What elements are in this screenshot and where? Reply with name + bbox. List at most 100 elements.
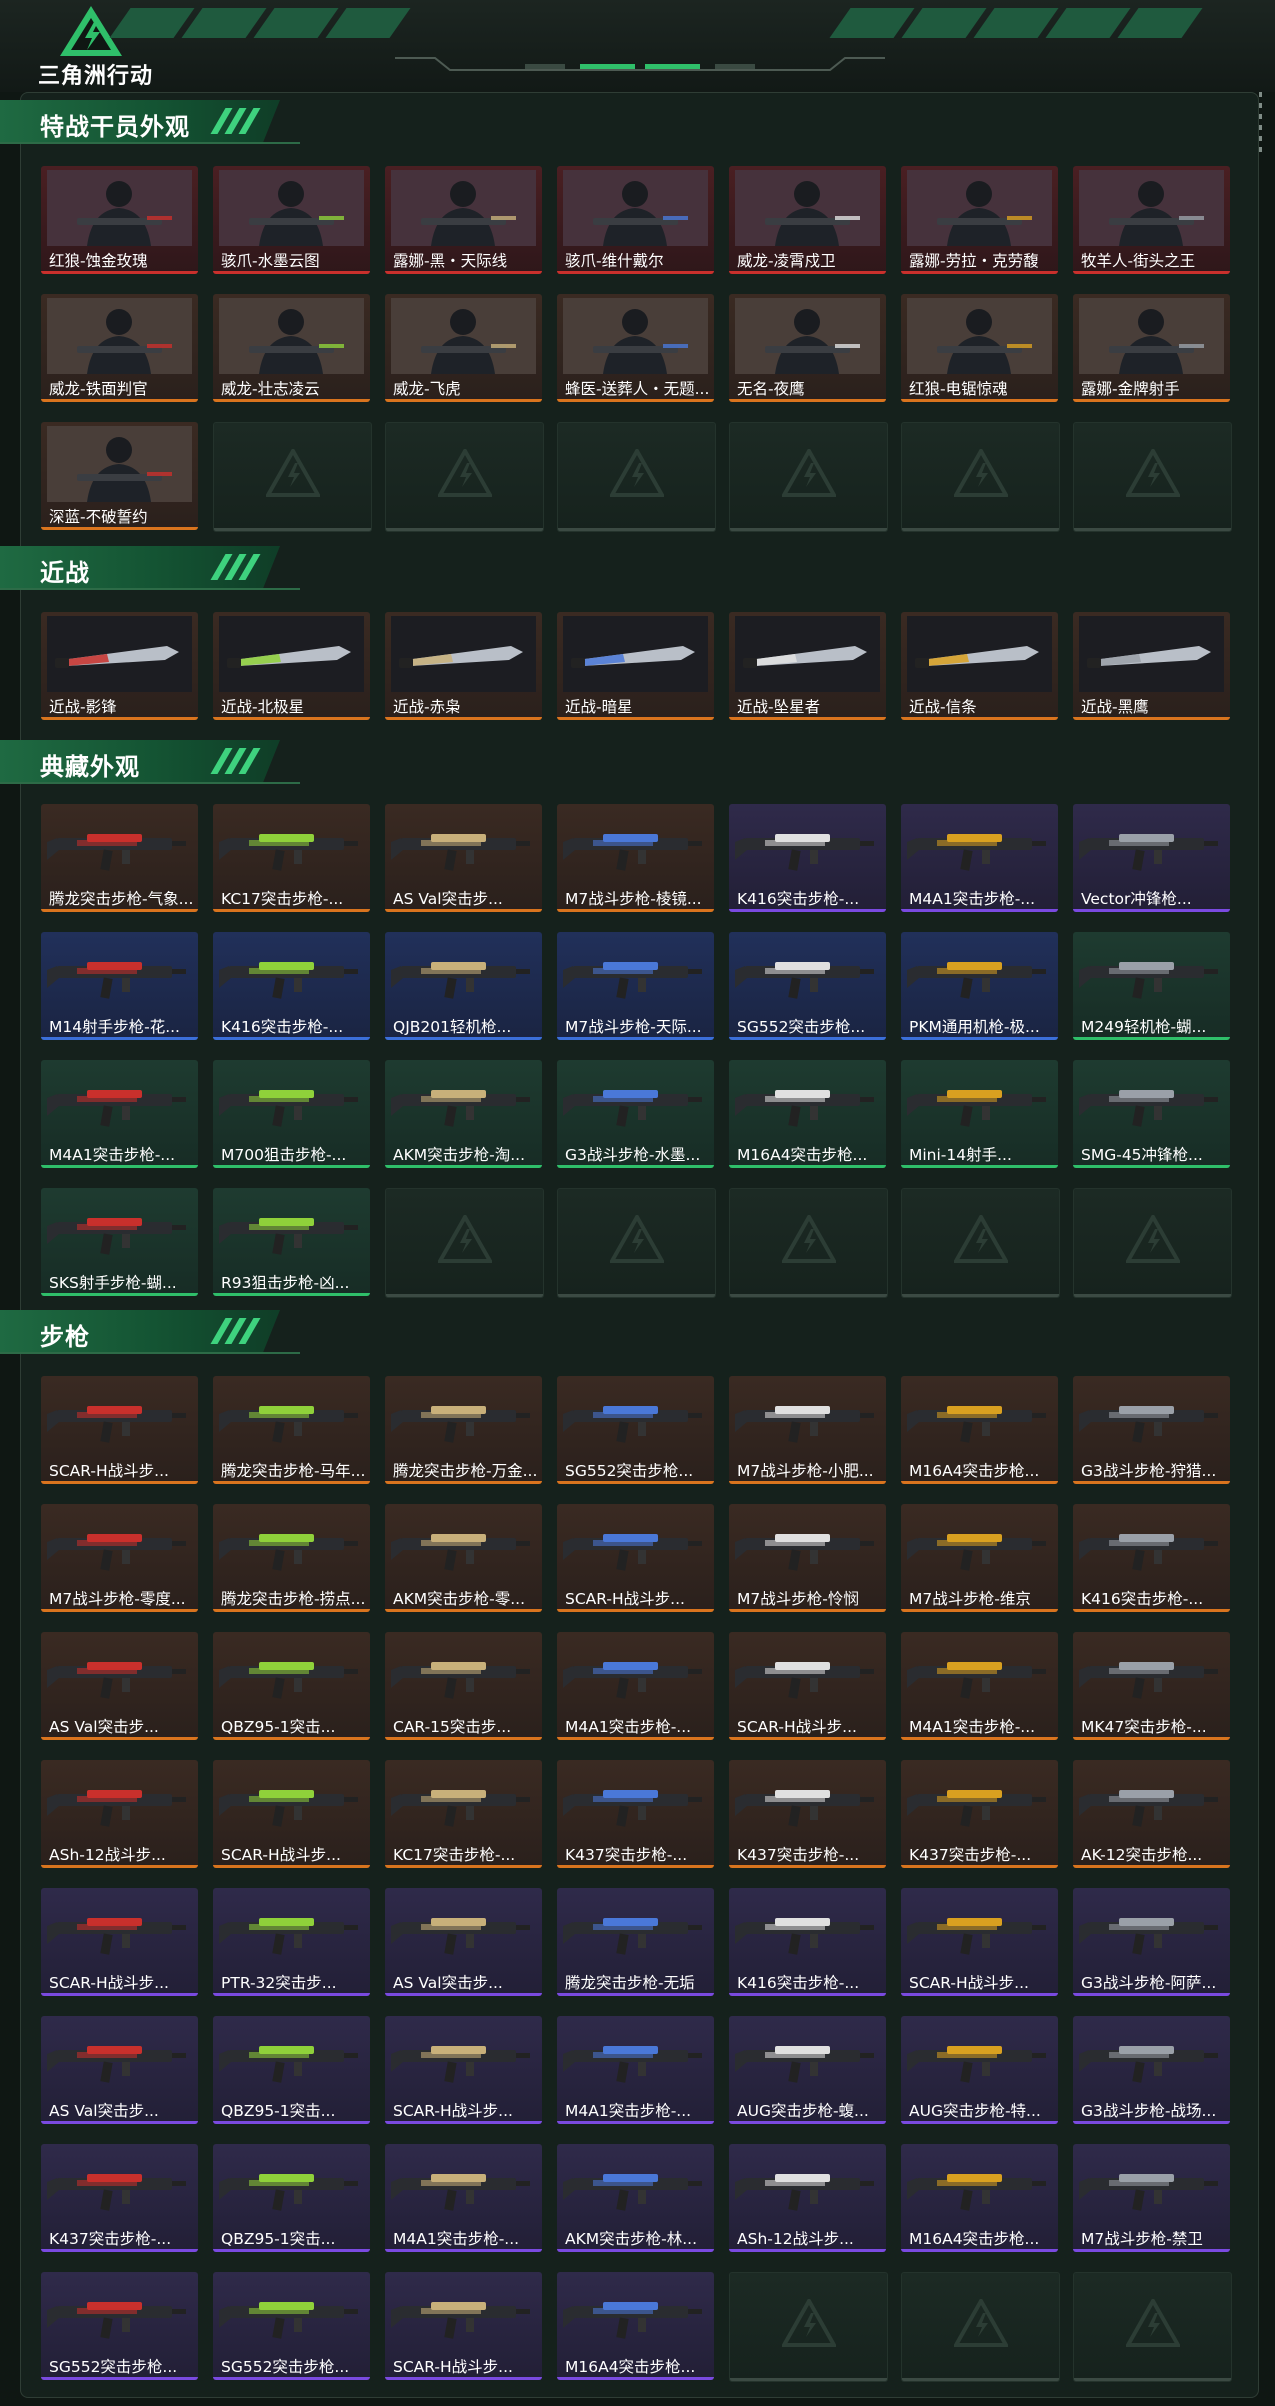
collection-card[interactable]: M4A1突击步枪-... bbox=[557, 2016, 714, 2124]
collection-card[interactable]: QJB201轻机枪... bbox=[385, 932, 542, 1040]
collection-card[interactable]: QBZ95-1突击... bbox=[213, 2016, 370, 2124]
collection-card[interactable]: AUG突击步枪-蝮... bbox=[729, 2016, 886, 2124]
collection-card[interactable]: SCAR-H战斗步... bbox=[41, 1888, 198, 1996]
collection-card[interactable]: R93狙击步枪-凶... bbox=[213, 1188, 370, 1296]
collection-card[interactable]: SCAR-H战斗步... bbox=[385, 2016, 542, 2124]
collection-card[interactable]: G3战斗步枪-战场... bbox=[1073, 2016, 1230, 2124]
collection-card[interactable]: G3战斗步枪-阿萨... bbox=[1073, 1888, 1230, 1996]
gun-thumbnail bbox=[907, 808, 1052, 884]
collection-card[interactable]: AUG突击步枪-特... bbox=[901, 2016, 1058, 2124]
collection-card[interactable]: 腾龙突击步枪-无垢 bbox=[557, 1888, 714, 1996]
collection-card[interactable]: SG552突击步枪... bbox=[41, 2272, 198, 2380]
scrollbar[interactable] bbox=[1259, 92, 1265, 152]
collection-card[interactable]: 近战-暗星 bbox=[557, 612, 714, 720]
collection-card[interactable]: AK-12突击步枪... bbox=[1073, 1760, 1230, 1868]
collection-card[interactable]: 骇爪-维什戴尔 bbox=[557, 166, 714, 274]
collection-card[interactable]: 威龙-凌霄戍卫 bbox=[729, 166, 886, 274]
collection-card[interactable]: K416突击步枪-... bbox=[729, 1888, 886, 1996]
collection-card[interactable]: AS Val突击步... bbox=[385, 1888, 542, 1996]
collection-card[interactable]: 腾龙突击步枪-气象... bbox=[41, 804, 198, 912]
collection-card[interactable]: AS Val突击步... bbox=[385, 804, 542, 912]
collection-card[interactable]: K416突击步枪-... bbox=[1073, 1504, 1230, 1612]
collection-card[interactable]: PKM通用机枪-极... bbox=[901, 932, 1058, 1040]
collection-card[interactable]: M16A4突击步枪... bbox=[901, 1376, 1058, 1484]
collection-card[interactable]: M7战斗步枪-天际... bbox=[557, 932, 714, 1040]
collection-card[interactable]: MK47突击步枪-... bbox=[1073, 1632, 1230, 1740]
collection-card[interactable]: SCAR-H战斗步... bbox=[213, 1760, 370, 1868]
collection-card[interactable]: AS Val突击步... bbox=[41, 2016, 198, 2124]
collection-card[interactable]: M4A1突击步枪-... bbox=[901, 1632, 1058, 1740]
collection-card[interactable]: 深蓝-不破誓约 bbox=[41, 422, 198, 530]
collection-card[interactable]: 牧羊人-街头之王 bbox=[1073, 166, 1230, 274]
collection-card[interactable]: KC17突击步枪-... bbox=[213, 804, 370, 912]
collection-card[interactable]: CAR-15突击步... bbox=[385, 1632, 542, 1740]
collection-card[interactable]: K437突击步枪-... bbox=[729, 1760, 886, 1868]
collection-card[interactable]: M7战斗步枪-维京 bbox=[901, 1504, 1058, 1612]
collection-card[interactable]: M4A1突击步枪-... bbox=[901, 804, 1058, 912]
collection-card[interactable]: SCAR-H战斗步... bbox=[901, 1888, 1058, 1996]
collection-card[interactable]: 露娜-金牌射手 bbox=[1073, 294, 1230, 402]
collection-card[interactable]: M7战斗步枪-棱镜... bbox=[557, 804, 714, 912]
collection-card[interactable]: QBZ95-1突击... bbox=[213, 1632, 370, 1740]
collection-card[interactable]: SCAR-H战斗步... bbox=[41, 1376, 198, 1484]
collection-card[interactable]: 近战-赤枭 bbox=[385, 612, 542, 720]
collection-card[interactable]: 腾龙突击步枪-马年... bbox=[213, 1376, 370, 1484]
collection-card[interactable]: SG552突击步枪... bbox=[557, 1376, 714, 1484]
collection-card[interactable]: 骇爪-水墨云图 bbox=[213, 166, 370, 274]
collection-card[interactable]: QBZ95-1突击... bbox=[213, 2144, 370, 2252]
collection-card[interactable]: 威龙-铁面判官 bbox=[41, 294, 198, 402]
collection-card[interactable]: SCAR-H战斗步... bbox=[729, 1632, 886, 1740]
collection-card[interactable]: SCAR-H战斗步... bbox=[385, 2272, 542, 2380]
collection-card[interactable]: G3战斗步枪-水墨... bbox=[557, 1060, 714, 1168]
collection-card[interactable]: 露娜-劳拉・克劳馥 bbox=[901, 166, 1058, 274]
collection-card[interactable]: SCAR-H战斗步... bbox=[557, 1504, 714, 1612]
collection-card[interactable]: ASh-12战斗步... bbox=[729, 2144, 886, 2252]
collection-card[interactable]: 近战-坠星者 bbox=[729, 612, 886, 720]
collection-card[interactable]: M7战斗步枪-零度... bbox=[41, 1504, 198, 1612]
collection-card[interactable]: M16A4突击步枪... bbox=[557, 2272, 714, 2380]
collection-card[interactable]: 近战-信条 bbox=[901, 612, 1058, 720]
collection-card[interactable]: M4A1突击步枪-... bbox=[557, 1632, 714, 1740]
collection-card[interactable]: M700狙击步枪-... bbox=[213, 1060, 370, 1168]
collection-card[interactable]: 露娜-黑・天际线 bbox=[385, 166, 542, 274]
collection-card[interactable]: AS Val突击步... bbox=[41, 1632, 198, 1740]
collection-card[interactable]: SKS射手步枪-蝴... bbox=[41, 1188, 198, 1296]
collection-card[interactable]: KC17突击步枪-... bbox=[385, 1760, 542, 1868]
collection-card[interactable]: M4A1突击步枪-... bbox=[385, 2144, 542, 2252]
collection-card[interactable]: SG552突击步枪... bbox=[213, 2272, 370, 2380]
collection-card[interactable]: M7战斗步枪-禁卫 bbox=[1073, 2144, 1230, 2252]
collection-card[interactable]: ASh-12战斗步... bbox=[41, 1760, 198, 1868]
collection-card[interactable]: 红狼-电锯惊魂 bbox=[901, 294, 1058, 402]
collection-card[interactable]: 近战-北极星 bbox=[213, 612, 370, 720]
collection-card[interactable]: M7战斗步枪-小肥... bbox=[729, 1376, 886, 1484]
collection-card[interactable]: M16A4突击步枪... bbox=[901, 2144, 1058, 2252]
collection-card[interactable]: Mini-14射手... bbox=[901, 1060, 1058, 1168]
collection-card[interactable]: G3战斗步枪-狩猎... bbox=[1073, 1376, 1230, 1484]
collection-card[interactable]: 红狼-蚀金玫瑰 bbox=[41, 166, 198, 274]
collection-card[interactable]: M16A4突击步枪... bbox=[729, 1060, 886, 1168]
collection-card[interactable]: M4A1突击步枪-... bbox=[41, 1060, 198, 1168]
collection-card[interactable]: K416突击步枪-... bbox=[213, 932, 370, 1040]
collection-card[interactable]: M249轻机枪-蝴... bbox=[1073, 932, 1230, 1040]
collection-card[interactable]: 蜂医-送葬人・无题... bbox=[557, 294, 714, 402]
collection-card[interactable]: 威龙-壮志凌云 bbox=[213, 294, 370, 402]
collection-card[interactable]: K437突击步枪-... bbox=[41, 2144, 198, 2252]
collection-card[interactable]: AKM突击步枪-林... bbox=[557, 2144, 714, 2252]
collection-card[interactable]: 腾龙突击步枪-捞点... bbox=[213, 1504, 370, 1612]
collection-card[interactable]: K416突击步枪-... bbox=[729, 804, 886, 912]
collection-card[interactable]: 近战-黑鹰 bbox=[1073, 612, 1230, 720]
collection-card[interactable]: 近战-影锋 bbox=[41, 612, 198, 720]
collection-card[interactable]: 威龙-飞虎 bbox=[385, 294, 542, 402]
collection-card[interactable]: 无名-夜鹰 bbox=[729, 294, 886, 402]
collection-card[interactable]: K437突击步枪-... bbox=[557, 1760, 714, 1868]
collection-card[interactable]: SG552突击步枪... bbox=[729, 932, 886, 1040]
collection-card[interactable]: SMG-45冲锋枪... bbox=[1073, 1060, 1230, 1168]
collection-card[interactable]: 腾龙突击步枪-万金... bbox=[385, 1376, 542, 1484]
collection-card[interactable]: K437突击步枪-... bbox=[901, 1760, 1058, 1868]
collection-card[interactable]: M7战斗步枪-怜悯 bbox=[729, 1504, 886, 1612]
collection-card[interactable]: AKM突击步枪-淘... bbox=[385, 1060, 542, 1168]
collection-card[interactable]: Vector冲锋枪... bbox=[1073, 804, 1230, 912]
collection-card[interactable]: AKM突击步枪-零... bbox=[385, 1504, 542, 1612]
collection-card[interactable]: M14射手步枪-花... bbox=[41, 932, 198, 1040]
collection-card[interactable]: PTR-32突击步... bbox=[213, 1888, 370, 1996]
